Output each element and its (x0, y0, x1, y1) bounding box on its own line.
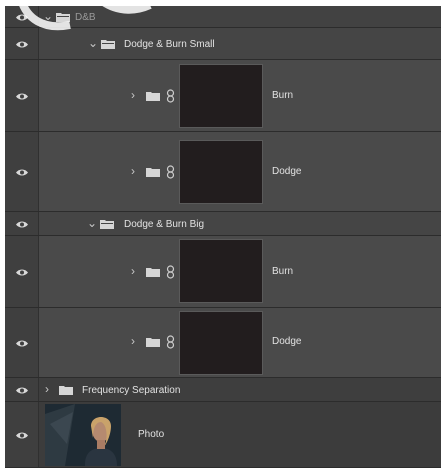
mask-thumbnail[interactable] (179, 239, 263, 303)
portrait-image (45, 404, 121, 466)
layer-row-big-burn[interactable]: › Burn (5, 236, 441, 308)
folder-icon (101, 40, 115, 49)
layer-row-frequency-separation-group[interactable]: › Frequency Separation (5, 378, 441, 402)
folder-icon (146, 168, 160, 177)
chain-link-icon[interactable] (166, 335, 175, 349)
layer-name: Photo (138, 429, 165, 440)
mask-thumbnail[interactable] (179, 140, 263, 204)
layer-row-big-dodge[interactable]: › Dodge (5, 308, 441, 378)
chevron-down-icon[interactable]: ⌄ (88, 37, 98, 49)
eye-icon[interactable] (15, 168, 29, 177)
folder-icon (56, 13, 70, 22)
chevron-right-icon[interactable]: › (131, 89, 135, 101)
layer-name: Burn (272, 90, 294, 101)
layer-row-dnb-group[interactable]: ⌄ D&B (5, 6, 441, 28)
visibility-toggle[interactable] (5, 28, 39, 59)
visibility-toggle[interactable] (5, 132, 39, 211)
eye-icon[interactable] (15, 386, 29, 395)
eye-icon[interactable] (15, 431, 29, 440)
folder-icon (146, 338, 160, 347)
layer-row-small-burn[interactable]: › Burn (5, 60, 441, 132)
chain-link-icon[interactable] (166, 165, 175, 179)
folder-icon (100, 220, 114, 229)
eye-icon[interactable] (15, 13, 29, 22)
chevron-right-icon[interactable]: › (131, 335, 135, 347)
folder-icon (146, 92, 160, 101)
visibility-toggle[interactable] (5, 402, 39, 467)
layer-row-dodge-burn-big-group[interactable]: ⌄ Dodge & Burn Big (5, 212, 441, 236)
visibility-toggle[interactable] (5, 6, 39, 27)
chain-link-icon[interactable] (166, 89, 175, 103)
layer-name: Burn (272, 266, 294, 277)
folder-icon (59, 386, 73, 395)
layer-row-dodge-burn-small-group[interactable]: ⌄ Dodge & Burn Small (5, 28, 441, 60)
eye-icon[interactable] (15, 220, 29, 229)
chevron-right-icon[interactable]: › (131, 165, 135, 177)
layer-name: Dodge & Burn Small (124, 39, 215, 50)
chevron-down-icon[interactable]: ⌄ (87, 217, 97, 229)
layer-row-photo[interactable]: Photo (5, 402, 441, 468)
eye-icon[interactable] (15, 92, 29, 101)
eye-icon[interactable] (15, 40, 29, 49)
mask-thumbnail[interactable] (179, 64, 263, 128)
visibility-toggle[interactable] (5, 212, 39, 235)
visibility-toggle[interactable] (5, 378, 39, 401)
layer-name: Dodge (272, 166, 302, 177)
layer-row-small-dodge[interactable]: › Dodge (5, 132, 441, 212)
layer-name: D&B (75, 12, 96, 23)
layers-panel: ⌄ D&B ⌄ Dodge & Burn Small › Burn › Dodg… (5, 6, 441, 468)
visibility-toggle[interactable] (5, 60, 39, 131)
eye-icon[interactable] (15, 339, 29, 348)
layer-name: Dodge & Burn Big (124, 219, 205, 230)
layer-name: Dodge (272, 336, 302, 347)
chain-link-icon[interactable] (166, 265, 175, 279)
folder-icon (146, 268, 160, 277)
mask-thumbnail[interactable] (179, 311, 263, 375)
layer-name: Frequency Separation (82, 385, 181, 396)
chevron-right-icon[interactable]: › (45, 383, 49, 395)
eye-icon[interactable] (15, 268, 29, 277)
photo-thumbnail[interactable] (45, 404, 121, 466)
visibility-toggle[interactable] (5, 308, 39, 377)
visibility-toggle[interactable] (5, 236, 39, 307)
chevron-down-icon[interactable]: ⌄ (43, 10, 53, 22)
chevron-right-icon[interactable]: › (131, 265, 135, 277)
